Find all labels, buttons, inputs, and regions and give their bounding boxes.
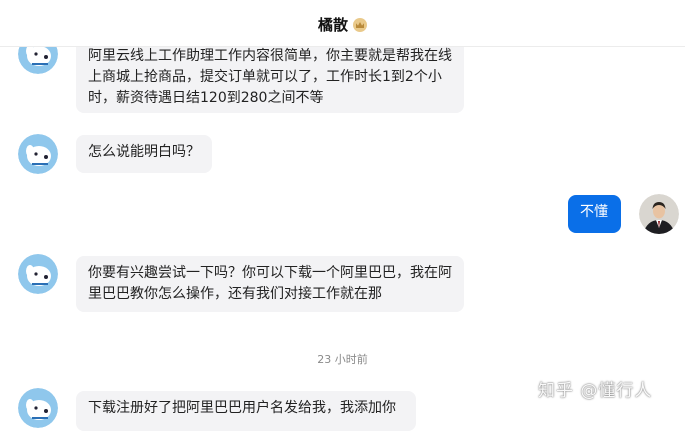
message-bubble-incoming: 怎么说能明白吗？ [76,135,212,173]
message-bubble-incoming: 你要有兴趣尝试一下吗？你可以下载一个阿里巴巴，我在阿里巴巴教你怎么操作，还有我们… [76,256,464,312]
message-bubble-outgoing: 不懂 [568,195,621,233]
message-bubble-incoming: 下载注册好了把阿里巴巴用户名发给我，我添加你 [76,391,416,431]
chat-title: 橘散 [0,14,685,35]
watermark: 知乎 @懂行人 [538,381,653,401]
dog-avatar-icon [18,254,58,294]
chat-header: 橘散 [0,0,685,47]
dog-avatar-icon [18,134,58,174]
contact-avatar[interactable] [18,388,58,428]
crown-badge-icon [353,18,367,32]
user-avatar[interactable] [639,194,679,234]
person-avatar-icon [639,194,679,234]
timestamp-divider: 23 小时前 [317,353,368,366]
contact-avatar[interactable] [18,254,58,294]
message-bubble-incoming: 阿里云线上工作助理工作内容很简单，你主要就是帮我在线上商城上抢商品，提交订单就可… [76,39,464,113]
contact-avatar[interactable] [18,134,58,174]
dog-avatar-icon [18,388,58,428]
contact-name[interactable]: 橘散 [318,16,348,34]
